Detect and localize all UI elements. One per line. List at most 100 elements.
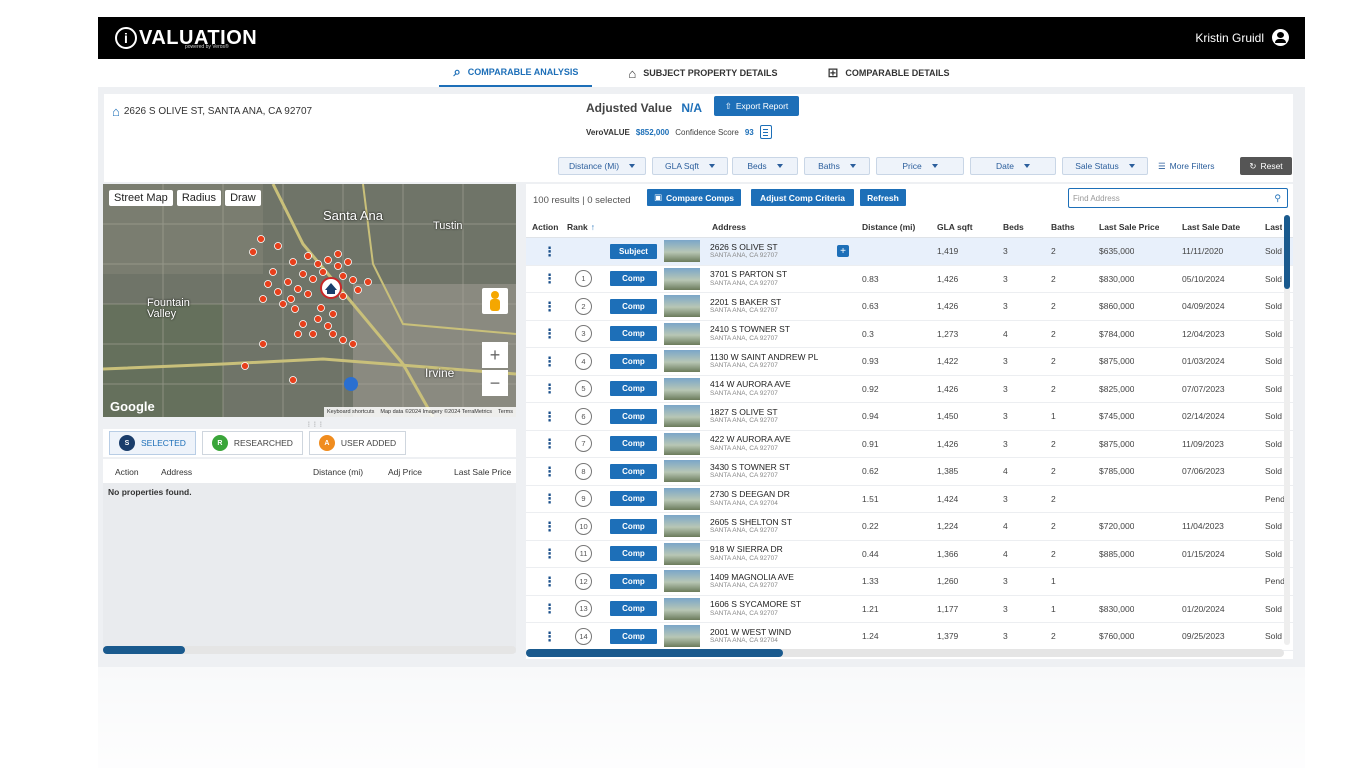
- filter-distance[interactable]: Distance (Mi): [558, 157, 646, 175]
- property-photo[interactable]: [664, 432, 700, 455]
- zoom-in-button[interactable]: +: [482, 342, 508, 368]
- comp-button[interactable]: Comp: [610, 463, 657, 479]
- property-photo[interactable]: [664, 597, 700, 620]
- find-address-input[interactable]: Find Address ⚲: [1068, 188, 1288, 208]
- comp-button[interactable]: Comp: [610, 271, 657, 287]
- radius-button[interactable]: Radius: [176, 190, 222, 206]
- property-photo[interactable]: [664, 625, 700, 648]
- draw-button[interactable]: Draw: [225, 190, 261, 206]
- kebab-menu-icon[interactable]: ⋮: [543, 355, 556, 368]
- tab-user-added[interactable]: A USER ADDED: [308, 431, 407, 455]
- adjust-comp-criteria-button[interactable]: Adjust Comp Criteria: [751, 189, 854, 206]
- col-action[interactable]: Action: [115, 467, 139, 477]
- map-view[interactable]: Santa Ana Fountain Valley Irvine Tustin …: [103, 184, 516, 417]
- filter-date[interactable]: Date: [970, 157, 1056, 175]
- table-row[interactable]: ⋮ 10 Comp 2605 S SHELTON ST SANTA ANA, CA 92…: [526, 513, 1293, 541]
- tab-researched[interactable]: R RESEARCHED: [201, 431, 303, 455]
- kebab-menu-icon[interactable]: ⋮: [543, 492, 556, 505]
- street-view-pegman-icon[interactable]: [482, 288, 508, 314]
- address-cell[interactable]: 2605 S SHELTON ST SANTA ANA, CA 92707: [710, 513, 792, 540]
- address-cell[interactable]: 2626 S OLIVE ST SANTA ANA, CA 92707: [710, 238, 778, 265]
- filter-gla-sqft[interactable]: GLA Sqft: [652, 157, 728, 175]
- comp-button[interactable]: Comp: [610, 601, 657, 617]
- comp-button[interactable]: Comp: [610, 408, 657, 424]
- subject-row[interactable]: ⋮ Subject 2626 S OLIVE ST SANTA ANA, CA 927…: [526, 238, 1293, 266]
- more-filters-button[interactable]: ☰ More Filters: [1158, 157, 1215, 175]
- search-icon[interactable]: ⚲: [1274, 193, 1281, 204]
- export-report-button[interactable]: ⇧ Export Report: [714, 96, 799, 116]
- kebab-menu-icon[interactable]: ⋮: [543, 602, 556, 615]
- compare-comps-button[interactable]: ▣ Compare Comps: [647, 189, 741, 206]
- comp-button[interactable]: Comp: [610, 298, 657, 314]
- comp-button[interactable]: Comp: [610, 518, 657, 534]
- kebab-menu-icon[interactable]: ⋮: [543, 245, 556, 258]
- table-row[interactable]: ⋮ 5 Comp 414 W AURORA AVE SANTA ANA, CA 9270…: [526, 376, 1293, 403]
- kebab-menu-icon[interactable]: ⋮: [543, 465, 556, 478]
- property-photo[interactable]: [664, 240, 700, 263]
- address-cell[interactable]: 1409 MAGNOLIA AVE SANTA ANA, CA 92707: [710, 568, 794, 595]
- refresh-button[interactable]: Refresh: [860, 189, 906, 206]
- kebab-menu-icon[interactable]: ⋮: [543, 327, 556, 340]
- col-last-sale-price[interactable]: Last Sale Price: [454, 467, 511, 477]
- table-row[interactable]: ⋮ 14 Comp 2001 W WEST WIND SANTA ANA, CA 927…: [526, 623, 1293, 651]
- kebab-menu-icon[interactable]: ⋮: [543, 382, 556, 395]
- comp-button[interactable]: Comp: [610, 546, 657, 562]
- col-address[interactable]: Address: [161, 467, 192, 477]
- address-cell[interactable]: 3701 S PARTON ST SANTA ANA, CA 92707: [710, 266, 787, 293]
- table-row[interactable]: ⋮ 9 Comp 2730 S DEEGAN DR SANTA ANA, CA 9270…: [526, 486, 1293, 513]
- scrollbar-thumb[interactable]: [1284, 215, 1290, 289]
- property-photo[interactable]: [664, 322, 700, 345]
- comp-button[interactable]: Comp: [610, 381, 657, 397]
- reset-button[interactable]: ↻ Reset: [1240, 157, 1292, 175]
- comp-button[interactable]: Comp: [610, 491, 657, 507]
- table-row[interactable]: ⋮ 12 Comp 1409 MAGNOLIA AVE SANTA ANA, CA 92…: [526, 568, 1293, 596]
- address-cell[interactable]: 918 W SIERRA DR SANTA ANA, CA 92707: [710, 541, 783, 568]
- table-row[interactable]: ⋮ 3 Comp 2410 S TOWNER ST SANTA ANA, CA 9270…: [526, 321, 1293, 348]
- street-map-button[interactable]: Street Map: [109, 190, 173, 206]
- property-photo[interactable]: [664, 405, 700, 428]
- user-menu[interactable]: Kristin Gruidl: [1195, 29, 1289, 46]
- property-photo[interactable]: [664, 570, 700, 593]
- filter-price[interactable]: Price: [876, 157, 964, 175]
- property-photo[interactable]: [664, 350, 700, 373]
- col-last[interactable]: Last: [1265, 216, 1282, 237]
- tab-selected[interactable]: S SELECTED: [109, 431, 196, 455]
- scrollbar-thumb[interactable]: [103, 646, 185, 654]
- col-baths[interactable]: Baths: [1051, 216, 1075, 237]
- table-row[interactable]: ⋮ 2 Comp 2201 S BAKER ST SANTA ANA, CA 92707…: [526, 293, 1293, 321]
- left-horizontal-scrollbar[interactable]: [103, 646, 516, 654]
- kebab-menu-icon[interactable]: ⋮: [543, 272, 556, 285]
- col-action[interactable]: Action: [532, 216, 558, 237]
- comp-button[interactable]: Comp: [610, 628, 657, 644]
- table-row[interactable]: ⋮ 7 Comp 422 W AURORA AVE SANTA ANA, CA 9270…: [526, 431, 1293, 458]
- col-beds[interactable]: Beds: [1003, 216, 1024, 237]
- kebab-menu-icon[interactable]: ⋮: [543, 630, 556, 643]
- right-horizontal-scrollbar[interactable]: [526, 649, 1284, 657]
- col-last-sale-date[interactable]: Last Sale Date: [1182, 216, 1240, 237]
- table-row[interactable]: ⋮ 1 Comp 3701 S PARTON ST SANTA ANA, CA 9270…: [526, 266, 1293, 293]
- col-address[interactable]: Address: [712, 216, 746, 237]
- col-rank[interactable]: Rank ↑: [567, 216, 595, 237]
- address-cell[interactable]: 414 W AURORA AVE SANTA ANA, CA 92707: [710, 376, 791, 403]
- tab-comparable-details[interactable]: ⊞ COMPARABLE DETAILS: [813, 59, 963, 87]
- tab-comparable-analysis[interactable]: ⌕ COMPARABLE ANALYSIS: [439, 59, 593, 87]
- col-last-sale-price[interactable]: Last Sale Price: [1099, 216, 1159, 237]
- address-cell[interactable]: 1606 S SYCAMORE ST SANTA ANA, CA 92707: [710, 596, 801, 623]
- comp-button[interactable]: Comp: [610, 573, 657, 589]
- tab-subject-property-details[interactable]: ⌂ SUBJECT PROPERTY DETAILS: [614, 59, 791, 87]
- table-row[interactable]: ⋮ 8 Comp 3430 S TOWNER ST SANTA ANA, CA 9270…: [526, 458, 1293, 486]
- terms-link[interactable]: Terms: [498, 409, 513, 415]
- add-to-selection-icon[interactable]: +: [837, 245, 849, 257]
- property-photo[interactable]: [664, 515, 700, 538]
- property-photo[interactable]: [664, 487, 700, 510]
- filter-beds[interactable]: Beds: [732, 157, 798, 175]
- address-cell[interactable]: 1130 W SAINT ANDREW PL SANTA ANA, CA 9270…: [710, 348, 818, 375]
- table-row[interactable]: ⋮ 6 Comp 1827 S OLIVE ST SANTA ANA, CA 92707…: [526, 403, 1293, 431]
- panel-splitter[interactable]: ⋮⋮⋮: [103, 419, 516, 428]
- property-photo[interactable]: [664, 460, 700, 483]
- property-photo[interactable]: [664, 295, 700, 318]
- subject-button[interactable]: Subject: [610, 243, 657, 259]
- table-row[interactable]: ⋮ 11 Comp 918 W SIERRA DR SANTA ANA, CA 9270…: [526, 541, 1293, 568]
- property-photo[interactable]: [664, 377, 700, 400]
- kebab-menu-icon[interactable]: ⋮: [543, 575, 556, 588]
